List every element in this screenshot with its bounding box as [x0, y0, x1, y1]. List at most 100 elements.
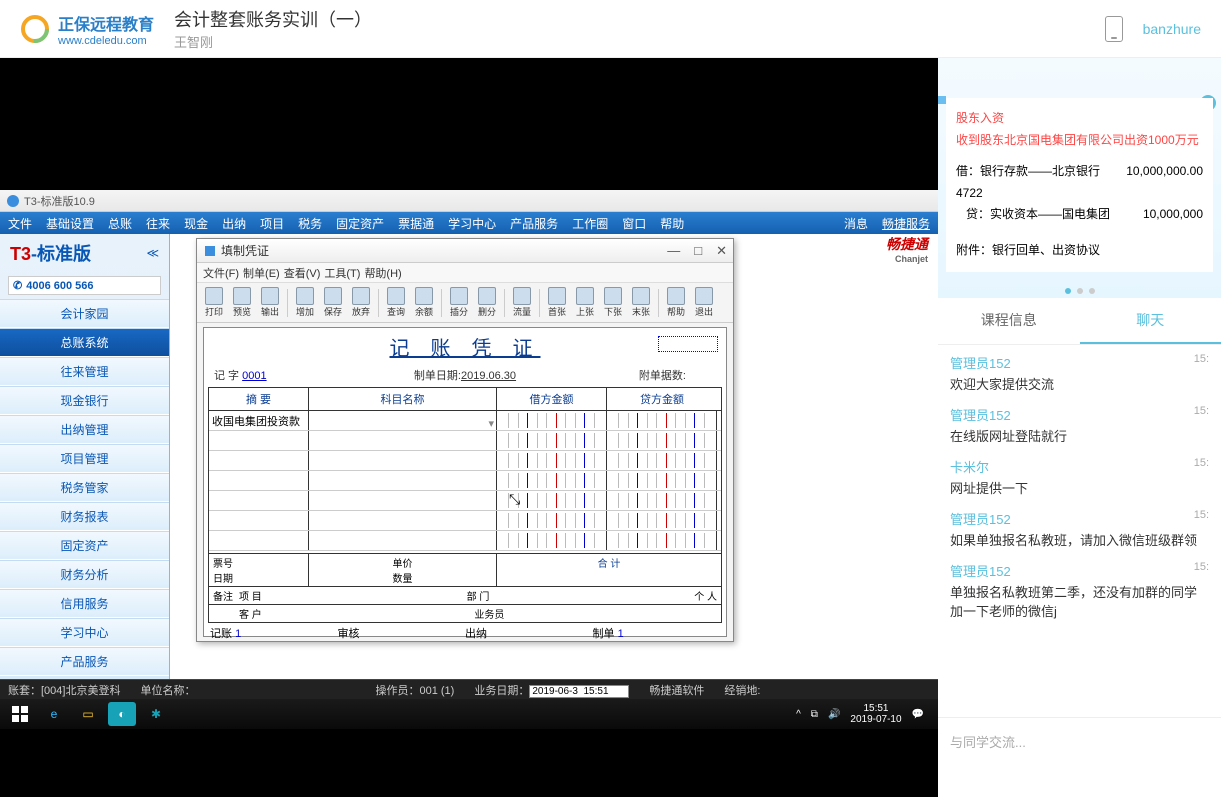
app-task-icon2[interactable]: ✱ — [142, 702, 170, 726]
tb-last[interactable]: 末张 — [628, 287, 654, 318]
tb-print[interactable]: 打印 — [201, 287, 227, 318]
tb-balance[interactable]: 余额 — [411, 287, 437, 318]
col-debit: 借方金额 — [497, 388, 607, 410]
mobile-icon[interactable] — [1105, 16, 1123, 42]
menu-item[interactable]: 窗口 — [622, 215, 646, 232]
chat-input[interactable]: 与同学交流... — [938, 717, 1221, 797]
status-bar: 账套：[004]北京美登科 单位名称： 操作员：001 (1) 业务日期： 畅捷… — [0, 679, 938, 699]
sidebar-item[interactable]: 产品服务 — [0, 647, 169, 676]
course-title: 会计整套账务实训（一） — [174, 6, 372, 32]
tb-preview[interactable]: 预览 — [229, 287, 255, 318]
dlg-menu-item[interactable]: 工具(T) — [324, 265, 360, 281]
sidebar-item[interactable]: 出纳管理 — [0, 415, 169, 444]
tb-insrow[interactable]: 插分 — [446, 287, 472, 318]
tb-flow[interactable]: 流量 — [509, 287, 535, 318]
edge-icon[interactable]: e — [40, 702, 68, 726]
tb-export[interactable]: 输出 — [257, 287, 283, 318]
word-no[interactable]: 0001 — [242, 370, 266, 382]
tb-first[interactable]: 首张 — [544, 287, 570, 318]
row-subject[interactable]: ▾ — [309, 411, 497, 430]
sidebar-item[interactable]: 现金银行 — [0, 386, 169, 415]
dlg-menu-item[interactable]: 查看(V) — [284, 265, 321, 281]
menu-item[interactable]: 工作圈 — [572, 215, 608, 232]
tb-add[interactable]: 增加 — [292, 287, 318, 318]
sidebar-item[interactable]: 往来管理 — [0, 357, 169, 386]
sidebar-item[interactable]: 信用服务 — [0, 589, 169, 618]
menu-item[interactable]: 税务 — [298, 215, 322, 232]
tb-help[interactable]: 帮助 — [663, 287, 689, 318]
tab-chat[interactable]: 聊天 — [1080, 298, 1221, 344]
start-icon[interactable] — [6, 702, 34, 726]
note-line1: 收到股东北京国电集团有限公司出资1000万元 — [956, 130, 1203, 152]
menu-item-right[interactable]: 畅捷服务 — [882, 215, 930, 232]
menu-item[interactable]: 基础设置 — [46, 215, 94, 232]
maximize-icon[interactable]: □ — [694, 243, 702, 259]
minimize-icon[interactable]: — — [667, 243, 680, 259]
dialog-titlebar[interactable]: 填制凭证 — □ ✕ — [197, 239, 733, 263]
date-value[interactable]: 2019.06.30 — [461, 370, 516, 382]
tb-prev[interactable]: 上张 — [572, 287, 598, 318]
chat-user: 管理员152 — [950, 353, 1011, 372]
tray-vol-icon[interactable]: 🔊 — [828, 709, 840, 720]
dialog-title: 填制凭证 — [221, 242, 269, 259]
menu-item[interactable]: 产品服务 — [510, 215, 558, 232]
menu-item[interactable]: 往来 — [146, 215, 170, 232]
dlg-menu-item[interactable]: 制单(E) — [243, 265, 280, 281]
sidebar-item[interactable]: 会计家园 — [0, 299, 169, 328]
menu-item[interactable]: 文件 — [8, 215, 32, 232]
dropdown-icon[interactable]: ▾ — [488, 417, 494, 430]
slide-dots[interactable] — [1065, 288, 1095, 294]
sidebar-item[interactable]: 税务管家 — [0, 473, 169, 502]
voucher-rows[interactable]: 收国电集团投资款 ▾ — [209, 411, 721, 553]
tb-next[interactable]: 下张 — [600, 287, 626, 318]
course-title-block: 会计整套账务实训（一） 王智刚 — [174, 6, 372, 51]
logo[interactable]: 正保远程教育 www.cdeledu.com — [20, 11, 154, 47]
tb-save[interactable]: 保存 — [320, 287, 346, 318]
tb-exit[interactable]: 退出 — [691, 287, 717, 318]
attach-label: 附单据数: — [639, 370, 686, 382]
tray-notif-icon[interactable]: 💬 — [912, 709, 924, 720]
menu-item[interactable]: 学习中心 — [448, 215, 496, 232]
row-credit[interactable] — [607, 411, 717, 430]
tb-query[interactable]: 查询 — [383, 287, 409, 318]
entry2-amount: 10,000,000 — [1143, 204, 1203, 226]
collapse-icon[interactable]: ≪ — [146, 246, 159, 260]
close-icon[interactable]: ✕ — [716, 243, 727, 259]
tray-up-icon[interactable]: ^ — [796, 709, 801, 720]
app-task-icon[interactable]: ◐ — [108, 702, 136, 726]
user-name[interactable]: banzhure — [1143, 21, 1201, 37]
chat-user: 管理员152 — [950, 561, 1011, 580]
chat-msg: 网址提供一下 — [950, 478, 1209, 497]
sidebar-item[interactable]: 财务分析 — [0, 560, 169, 589]
menu-item[interactable]: 现金 — [184, 215, 208, 232]
chat-time: 15: — [1194, 561, 1209, 580]
bizdate-input[interactable] — [529, 685, 629, 698]
sidebar-item[interactable]: 财务报表 — [0, 502, 169, 531]
tb-cancel[interactable]: 放弃 — [348, 287, 374, 318]
dlg-menu-item[interactable]: 帮助(H) — [364, 265, 401, 281]
chat-list[interactable]: 管理员15215:欢迎大家提供交流 管理员15215:在线版网址登陆就行 卡米尔… — [938, 345, 1221, 717]
row-debit[interactable] — [497, 411, 607, 430]
tb-delrow[interactable]: 删分 — [474, 287, 500, 318]
sidebar-item[interactable]: 总账系统 — [0, 328, 169, 357]
tab-info[interactable]: 课程信息 — [938, 298, 1080, 344]
menu-item[interactable]: 项目 — [260, 215, 284, 232]
row-summary[interactable]: 收国电集团投资款 — [209, 411, 309, 430]
sidebar-item[interactable]: 固定资产 — [0, 531, 169, 560]
dlg-menu-item[interactable]: 文件(F) — [203, 265, 239, 281]
menu-item[interactable]: 总账 — [108, 215, 132, 232]
menu-item[interactable]: 出纳 — [222, 215, 246, 232]
col-subject: 科目名称 — [309, 388, 497, 410]
folder-icon[interactable]: ▭ — [74, 702, 102, 726]
menu-item-right[interactable]: 消息 — [844, 215, 868, 232]
menu-item[interactable]: 固定资产 — [336, 215, 384, 232]
clock[interactable]: 15:51 2019-07-10 — [850, 703, 901, 725]
date-label: 制单日期: — [414, 370, 461, 382]
sidebar-item[interactable]: 项目管理 — [0, 444, 169, 473]
app-menubar: 文件 基础设置 总账 往来 现金 出纳 项目 税务 固定资产 票据通 学习中心 … — [0, 212, 938, 234]
menu-item[interactable]: 票据通 — [398, 215, 434, 232]
sidebar-item[interactable]: 学习中心 — [0, 618, 169, 647]
tray-net-icon[interactable]: ⧉ — [811, 709, 818, 720]
menu-item[interactable]: 帮助 — [660, 215, 684, 232]
phone-icon: ✆ — [13, 279, 22, 292]
